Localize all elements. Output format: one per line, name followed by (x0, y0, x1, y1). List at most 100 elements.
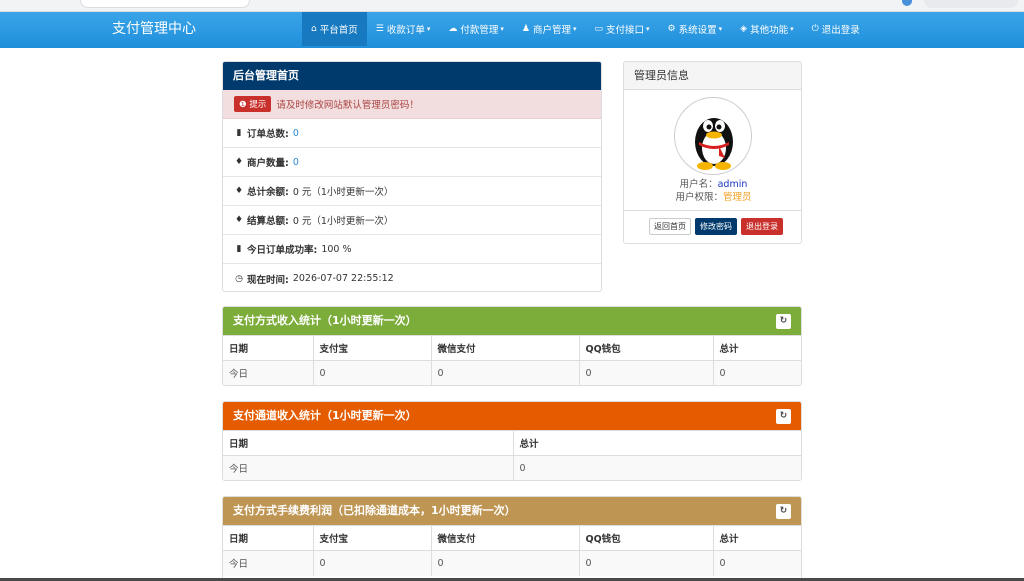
stats-row: ▮ 今日订单成功率: 100 % (223, 235, 601, 264)
stats-value[interactable]: 0 (293, 157, 299, 168)
power-icon: ⏻ (811, 24, 819, 34)
fee-profit-stats-table: 日期 支付宝 微信支付 QQ钱包 总计 今日 0 0 0 0 (223, 525, 801, 576)
nav-item-7[interactable]: ⏻ 退出登录 (803, 12, 869, 46)
stats-value: 100 % (321, 243, 352, 255)
main-nav: ⌂ 平台首页 ☰ 收款订单 ▾ ☁ 付款管理 ▾ ♟ 商户管理 ▾ ▭ 支付接口 ▾ ⚙ 系统设置 ▾ ◈ 其他功能… (302, 12, 869, 46)
cloud-icon: ☁ (448, 24, 458, 34)
table-cell: 0 (431, 550, 580, 576)
column-header: 微信支付 (431, 335, 580, 361)
role-value: 管理员 (723, 192, 752, 203)
stats-row: ♦ 商户数量: 0 (223, 148, 601, 177)
column-header: QQ钱包 (579, 525, 714, 551)
penguin-avatar-icon (695, 118, 733, 170)
payment-channel-stats-table: 日期 总计 今日 0 (223, 430, 801, 480)
refresh-icon[interactable]: ↻ (776, 504, 791, 519)
table-cell: 0 (579, 360, 714, 385)
password-notice: ❶ 提示 请及时修改网站默认管理员密码！ (223, 90, 601, 119)
stats-label: 订单总数: (247, 129, 289, 140)
browser-indicator-icon (902, 0, 912, 6)
nav-item-3[interactable]: ♟ 商户管理 ▾ (513, 12, 586, 46)
stats-value[interactable]: 0 (293, 128, 299, 139)
payment-channel-stats-panel: 支付通道收入统计（1小时更新一次） ↻ 日期 总计 今日 0 (222, 401, 802, 481)
table-cell: 0 (513, 455, 801, 480)
stats-label: 今日订单成功率: (247, 245, 318, 256)
nav-item-1[interactable]: ☰ 收款订单 ▾ (367, 12, 440, 46)
stats-row: ♦ 结算总额: 0 元（1小时更新一次） (223, 206, 601, 235)
stats-value: 0 元（1小时更新一次） (292, 187, 394, 198)
avatar (674, 97, 752, 175)
table-header-row: 日期 总计 (223, 430, 801, 456)
table-cell: 今日 (223, 550, 314, 576)
nav-item-6[interactable]: ◈ 其他功能 ▾ (731, 12, 802, 46)
bar-chart-icon: ▮ (236, 244, 242, 254)
caret-down-icon: ▾ (500, 25, 504, 33)
payment-channel-stats-title: 支付通道收入统计（1小时更新一次） ↻ (223, 402, 801, 430)
nav-item-4[interactable]: ▭ 支付接口 ▾ (585, 12, 658, 46)
refresh-icon[interactable]: ↻ (776, 314, 791, 329)
nav-item-0[interactable]: ⌂ 平台首页 (302, 12, 367, 46)
credit-card-icon: ▭ (594, 24, 603, 34)
stats-label: 现在时间: (247, 274, 289, 286)
column-header: QQ钱包 (579, 335, 714, 361)
brand-title[interactable]: 支付管理中心 (112, 12, 196, 46)
table-header-row: 日期 支付宝 微信支付 QQ钱包 总计 (223, 525, 801, 551)
gear-icon: ⚙ (667, 24, 676, 34)
stats-value: 2026-07-07 22:55:12 (292, 273, 394, 284)
list-icon: ☰ (375, 24, 384, 34)
fee-profit-stats-panel: 支付方式手续费利润（已扣除通道成本，1小时更新一次） ↻ 日期 支付宝 微信支付 QQ… (222, 496, 802, 581)
admin-actions: 返回首页 修改密码 退出登录 (649, 218, 783, 235)
nav-item-2[interactable]: ☁ 付款管理 ▾ (439, 12, 513, 46)
browser-profile-pill[interactable] (924, 0, 1018, 8)
table-cell: 0 (713, 550, 801, 576)
fee-profit-stats-title: 支付方式手续费利润（已扣除通道成本，1小时更新一次） ↻ (223, 497, 801, 525)
column-header: 日期 (223, 430, 514, 456)
nav-item-label: 付款管理 (460, 25, 499, 36)
stats-label: 总计余额: (247, 187, 289, 198)
column-header: 支付宝 (313, 525, 432, 551)
nav-item-label: 商户管理 (532, 25, 571, 36)
nav-item-label: 其他功能 (750, 25, 789, 36)
payment-method-stats-title-text: 支付方式收入统计（1小时更新一次） (233, 314, 417, 327)
table-cell: 0 (313, 550, 432, 576)
column-header: 总计 (713, 525, 801, 551)
admin-role-line: 用户权限：管理员 (624, 189, 801, 203)
change-password-button[interactable]: 修改密码 (695, 218, 737, 235)
admin-panel: 管理员信息 用户名：admin 用户权限：管理员 返回首页 修改密码 退出登录 (623, 61, 802, 244)
stats-label: 结算总额: (247, 216, 289, 227)
notice-badge: ❶ 提示 (234, 96, 272, 112)
browser-tab[interactable] (80, 0, 250, 8)
table-cell: 0 (313, 360, 432, 385)
logout-button[interactable]: 退出登录 (741, 218, 783, 235)
payment-method-stats-panel: 支付方式收入统计（1小时更新一次） ↻ 日期 支付宝 微信支付 QQ钱包 总计 今日 0 0 0… (222, 306, 802, 386)
top-navbar: 支付管理中心 ⌂ 平台首页 ☰ 收款订单 ▾ ☁ 付款管理 ▾ ♟ 商户管理 ▾ ▭ 支付接口 ▾ ⚙ 系统设… (0, 12, 1024, 48)
table-header-row: 日期 支付宝 微信支付 QQ钱包 总计 (223, 335, 801, 361)
table-cell: 今日 (223, 455, 514, 480)
admin-username-line: 用户名：admin (624, 176, 801, 190)
cube-icon: ◈ (740, 24, 748, 34)
caret-down-icon: ▾ (790, 25, 794, 33)
column-header: 日期 (223, 335, 314, 361)
table-row: 今日 0 0 0 0 (223, 360, 801, 385)
table-row: 今日 0 (223, 455, 801, 480)
column-header: 总计 (713, 335, 801, 361)
column-header: 支付宝 (313, 335, 432, 361)
notice-text: 请及时修改网站默认管理员密码！ (276, 100, 419, 111)
drop-icon: ♦ (234, 186, 244, 196)
notice-badge-label: 提示 (249, 100, 267, 110)
caret-down-icon: ▾ (646, 25, 650, 33)
browser-chrome-strip (0, 0, 1024, 12)
table-row: 今日 0 0 0 0 (223, 550, 801, 576)
user-icon: ♟ (521, 24, 530, 34)
nav-item-5[interactable]: ⚙ 系统设置 ▾ (659, 12, 732, 46)
nav-item-label: 支付接口 (606, 25, 645, 36)
stats-value: 0 元（1小时更新一次） (292, 216, 394, 227)
back-home-button[interactable]: 返回首页 (649, 218, 691, 235)
refresh-icon[interactable]: ↻ (776, 409, 791, 424)
stats-row: ◷ 现在时间: 2026-07-07 22:55:12 (223, 264, 601, 291)
nav-item-label: 收款订单 (386, 25, 425, 36)
nav-item-label: 系统设置 (678, 25, 717, 36)
table-cell: 0 (579, 550, 714, 576)
caret-down-icon: ▾ (426, 25, 431, 33)
admin-divider (624, 210, 801, 211)
drop-icon: ♦ (234, 157, 244, 167)
